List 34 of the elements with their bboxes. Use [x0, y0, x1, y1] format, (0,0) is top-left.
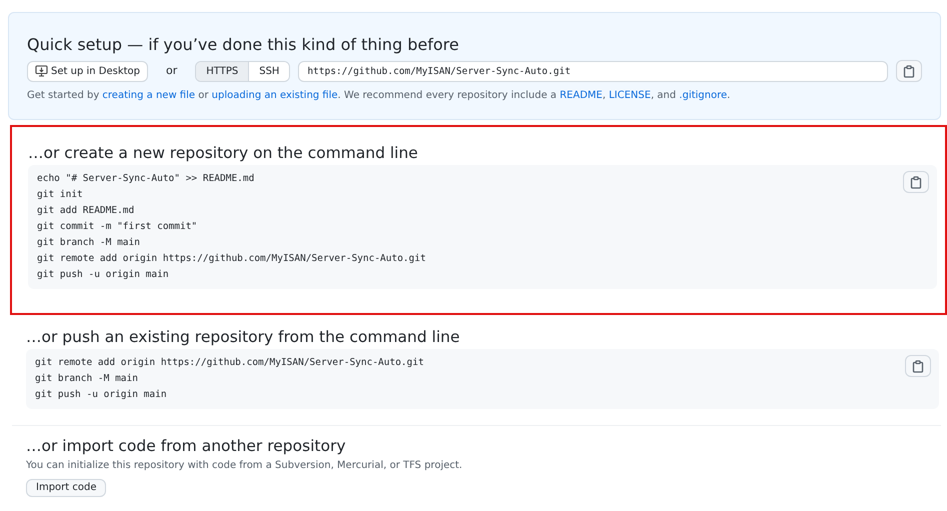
- link[interactable]: uploading an existing file: [212, 90, 338, 101]
- code-line: git branch -M main: [37, 236, 141, 250]
- setup-hint: Get started by creating a new file or uploading an existing file. We recommend every repository include a README, LICENSE, and .gitignore.: [27, 89, 732, 103]
- protocol-tab[interactable]: SSH: [249, 62, 290, 80]
- section-heading: …or push an existing repository from the command line: [26, 327, 461, 347]
- clipboard-icon: [903, 64, 915, 78]
- desktop-icon: [35, 65, 48, 77]
- import-code-button[interactable]: Import code: [26, 478, 106, 496]
- code-line: git remote add origin https://github.com/MyISAN/Server-Sync-Auto.git: [35, 356, 424, 370]
- section-description: You can initialize this repository with code from a Subversion, Mercurial, or TFS project.: [26, 459, 464, 473]
- code-line: git init: [37, 188, 84, 202]
- code-line: git push -u origin main: [37, 268, 170, 282]
- url-field[interactable]: https://github.com/MyISAN/Server-Sync-Auto.git: [298, 60, 888, 82]
- link[interactable]: LICENSE: [608, 90, 651, 101]
- code-line: echo "# Server-Sync-Auto" >> README.md: [37, 172, 256, 186]
- code-line: git push -u origin main: [35, 388, 168, 402]
- link[interactable]: .gitignore: [679, 90, 728, 101]
- code-line: git branch -M main: [35, 372, 139, 386]
- link[interactable]: README: [560, 90, 602, 101]
- code-line: git remote add origin https://github.com/MyISAN/Server-Sync-Auto.git: [37, 252, 426, 266]
- code-line: git commit -m "first commit": [37, 220, 198, 234]
- copy-button[interactable]: [905, 355, 931, 377]
- link[interactable]: creating a new file: [102, 90, 196, 101]
- clipboard-icon: [910, 176, 922, 188]
- desktop-button[interactable]: Set up in Desktop: [27, 60, 148, 82]
- or-label: or: [165, 62, 178, 79]
- section-heading: Quick setup — if you’ve done this kind of thing before: [27, 35, 460, 55]
- section-heading: …or create a new repository on the command line: [28, 143, 419, 163]
- code-line: git add README.md: [37, 204, 136, 218]
- clipboard-icon: [912, 360, 924, 372]
- copy-button[interactable]: [896, 60, 922, 82]
- protocol-tab[interactable]: HTTPS: [196, 62, 250, 80]
- section-heading: …or import code from another repository: [26, 436, 347, 456]
- copy-button[interactable]: [903, 171, 929, 193]
